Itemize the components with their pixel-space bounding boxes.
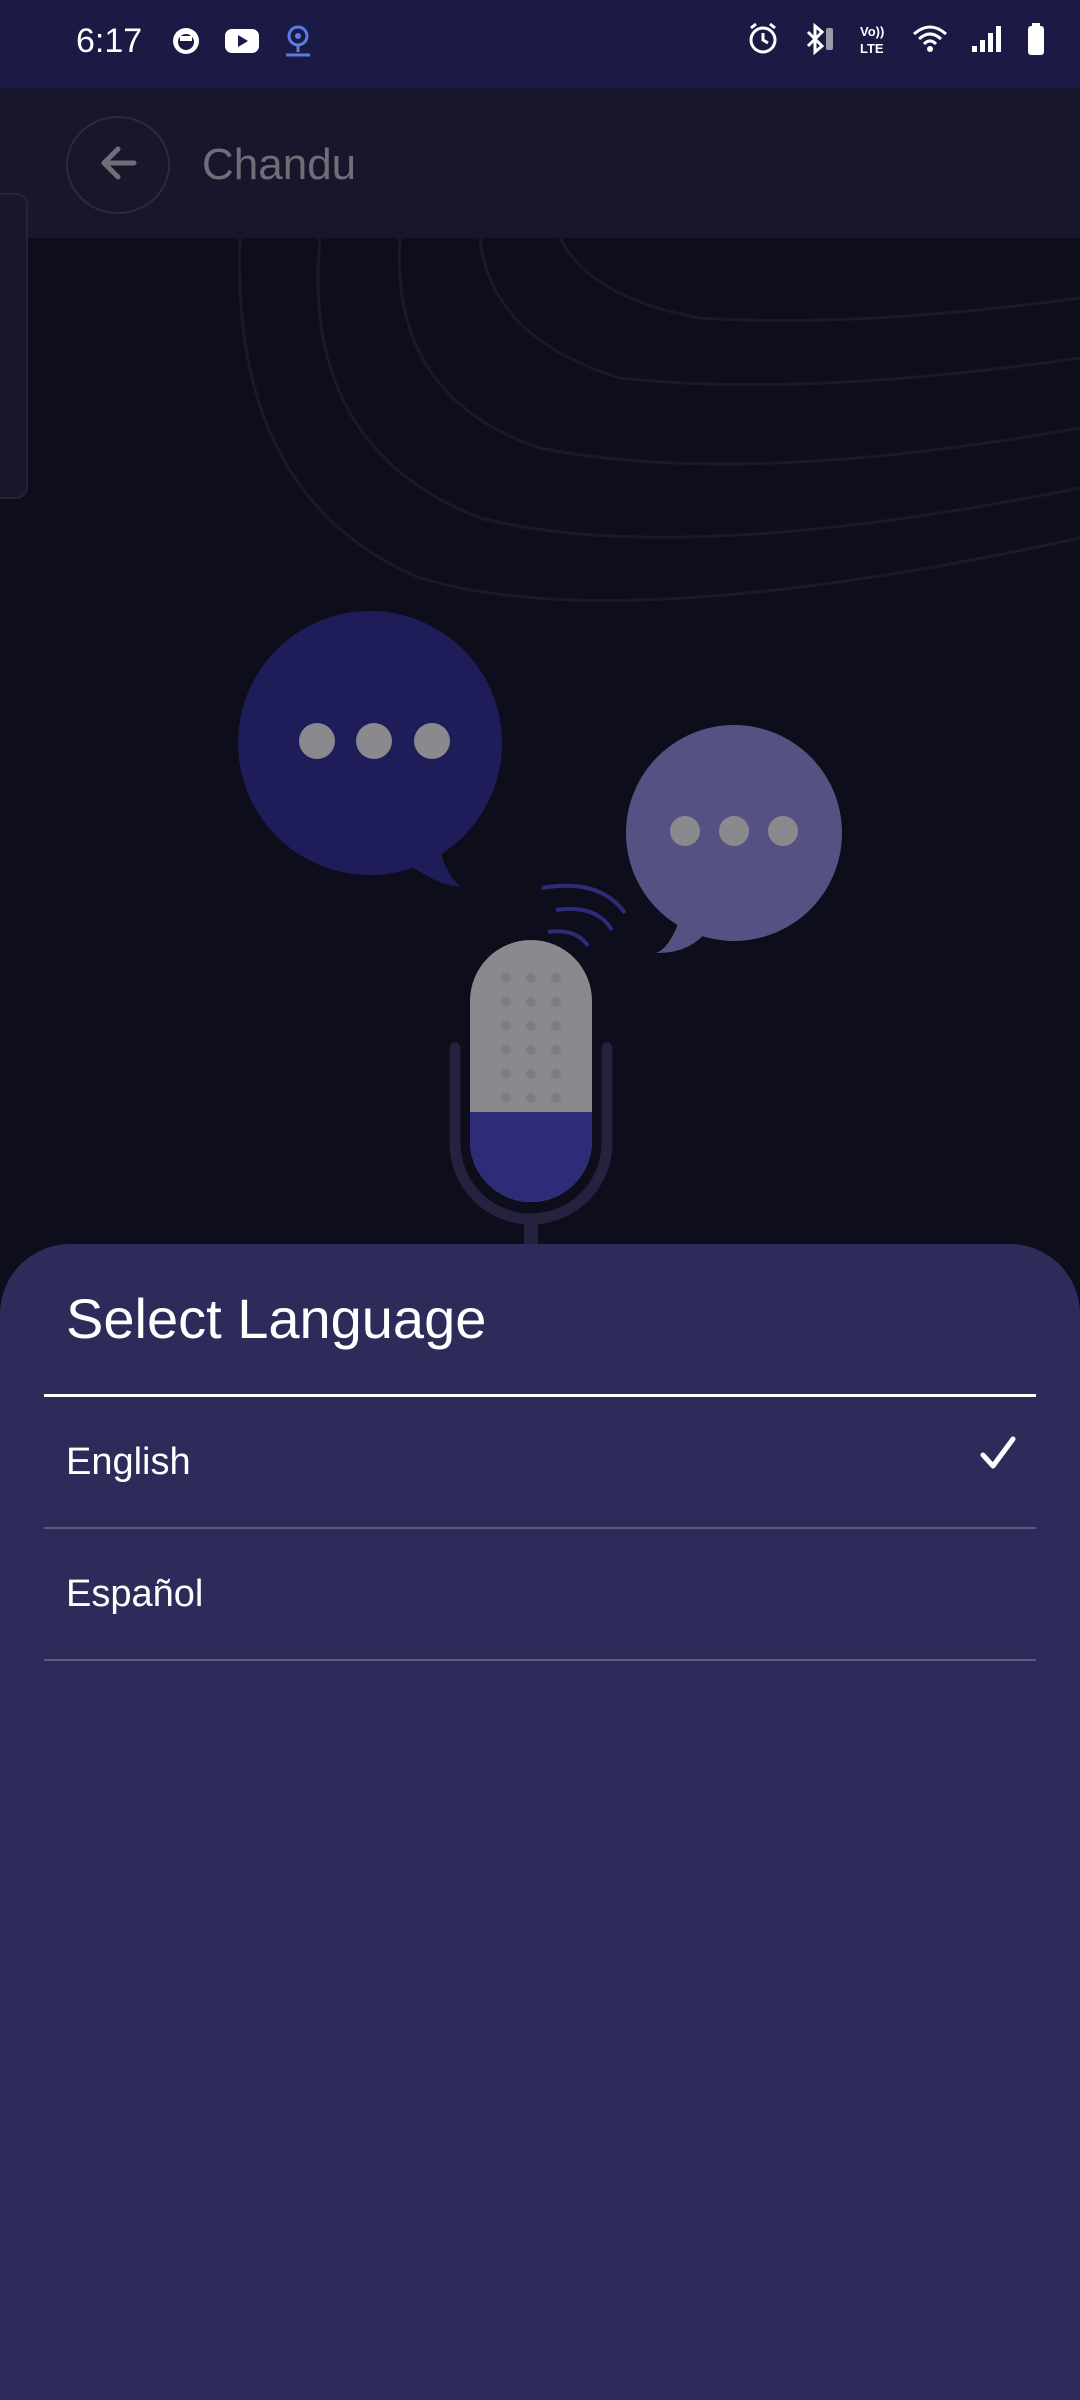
checkmark-icon [980,1435,1016,1476]
sound-waves [541,883,627,948]
language-option-english[interactable]: English [44,1397,1036,1529]
status-time: 6:17 [76,22,143,60]
secondary-speech-bubble [626,725,842,954]
alarm-icon [746,22,780,56]
app-bar: Chandu [0,88,1080,238]
bluetooth-icon [802,22,836,56]
volte-bottom-text: LTE [860,41,884,56]
location-pin-icon [282,24,314,58]
battery-icon [1026,22,1046,56]
back-button[interactable] [66,116,170,214]
status-bar: 6:17 Vo)) LTE [0,0,1080,88]
youtube-icon [224,27,260,55]
arrow-left-icon [98,145,138,186]
language-option-espanol[interactable]: Español [44,1529,1036,1661]
volte-icon: Vo)) LTE [858,22,890,56]
primary-speech-bubble [238,611,502,887]
status-right-icons: Vo)) LTE [746,22,1046,56]
microphone-icon [449,940,613,1248]
status-left-icons [170,24,314,58]
voice-chat-illustration [238,238,1080,1248]
language-option-label: Español [66,1573,204,1615]
app-title: Chandu [202,140,357,189]
app-notification-icon [170,25,202,57]
language-bottom-sheet: Select Language English Español [0,1244,1080,2400]
sheet-title: Select Language [66,1287,487,1350]
language-option-label: English [66,1441,191,1483]
volte-top-text: Vo)) [860,24,884,39]
screen: 6:17 Vo)) LTE Chandu Select Language Eng… [0,0,1080,2400]
contour-lines [238,238,1080,602]
wifi-icon [912,24,948,54]
signal-icon [970,24,1004,54]
